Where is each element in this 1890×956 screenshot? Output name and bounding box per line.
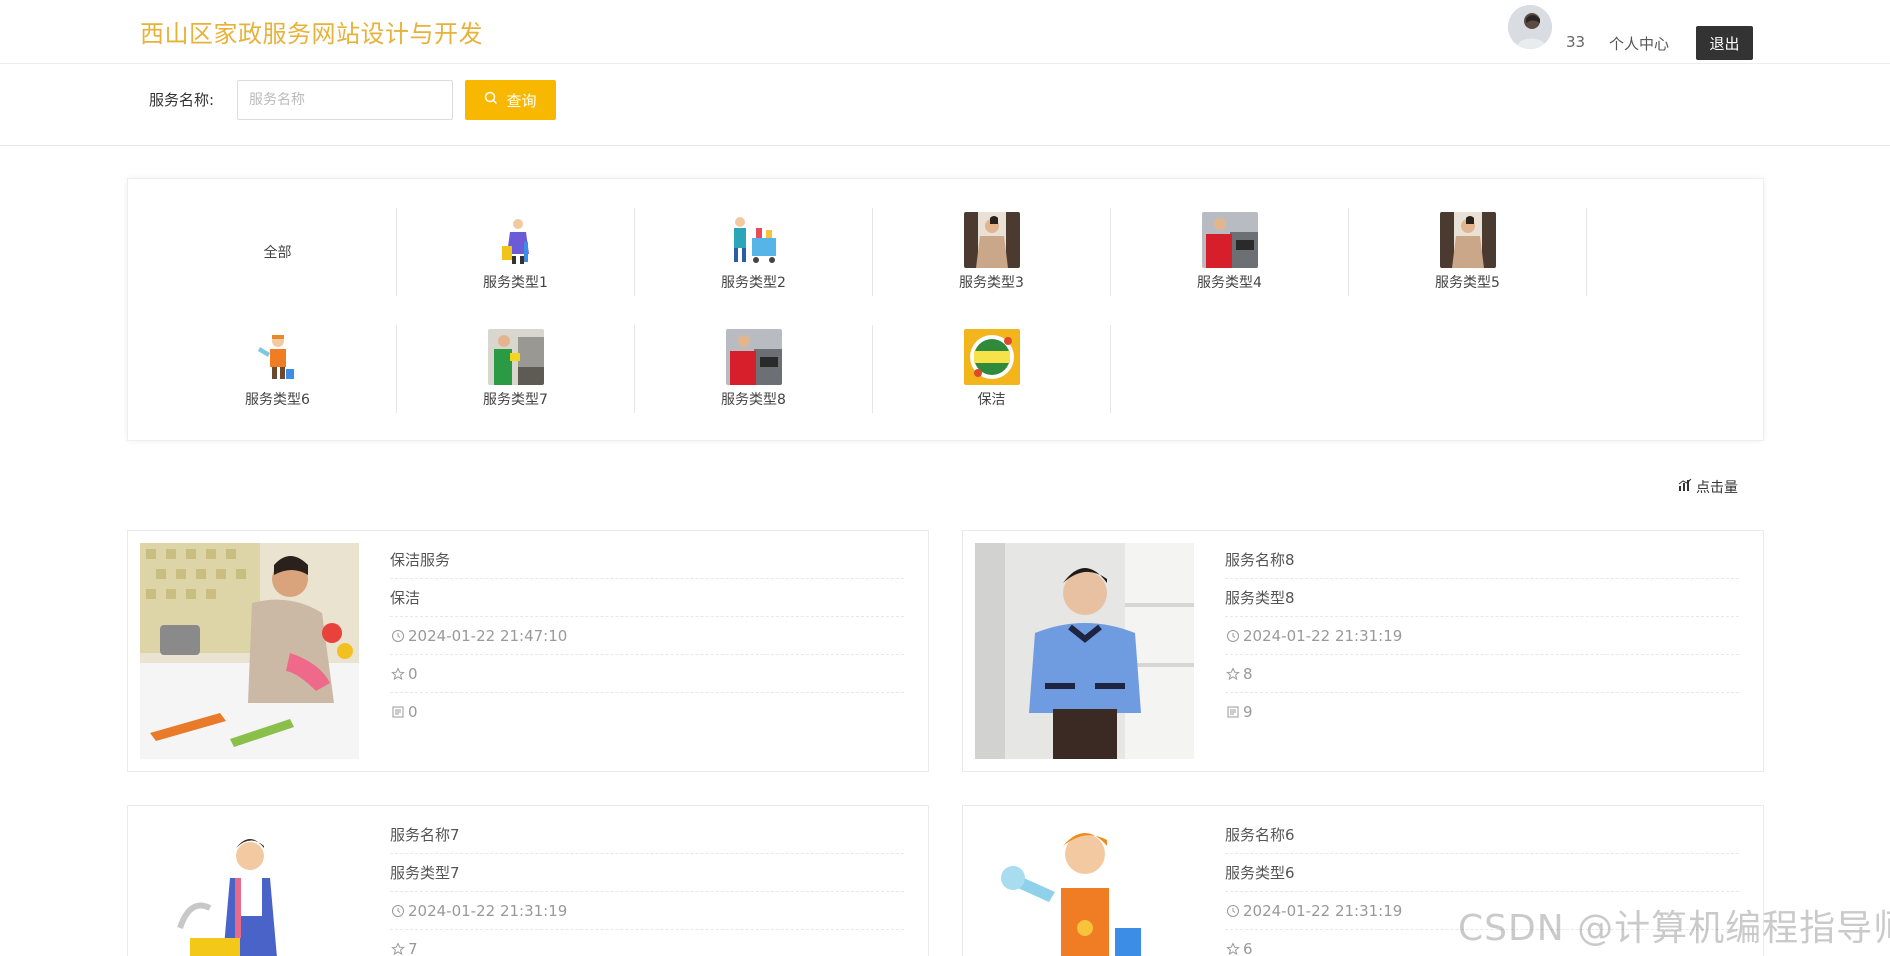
housekeeper-photo-icon bbox=[963, 212, 1020, 268]
user-avatar[interactable] bbox=[1508, 5, 1552, 49]
category-label: 保洁 bbox=[977, 392, 1006, 408]
service-time-row: 2024-01-22 21:31:19 bbox=[1225, 617, 1739, 655]
bar-chart-icon bbox=[1678, 478, 1692, 496]
cleaner-boy-cartoon-icon bbox=[249, 329, 306, 385]
star-icon bbox=[1225, 941, 1241, 956]
clock-icon bbox=[1225, 628, 1241, 644]
category-cleaning[interactable]: 保洁 bbox=[873, 325, 1111, 413]
category-label: 服务类型4 bbox=[1197, 275, 1262, 291]
category-label: 服务类型6 bbox=[245, 392, 310, 408]
service-time: 2024-01-22 21:31:19 bbox=[1243, 626, 1403, 645]
cleaning-badge-icon bbox=[963, 329, 1020, 385]
username: 33 bbox=[1566, 33, 1586, 51]
service-image[interactable] bbox=[975, 818, 1194, 956]
category-all[interactable]: 全部 bbox=[159, 208, 397, 296]
service-views: 9 bbox=[1243, 702, 1253, 721]
search-icon bbox=[484, 91, 498, 109]
top-header: 西山区家政服务网站设计与开发 33 个人中心 退出 bbox=[0, 0, 1890, 64]
search-button[interactable]: 查询 bbox=[465, 80, 556, 120]
category-label: 服务类型1 bbox=[483, 275, 548, 291]
star-icon bbox=[390, 941, 406, 956]
service-views-row: 9 bbox=[1225, 693, 1739, 730]
category-type-8[interactable]: 服务类型8 bbox=[635, 325, 873, 413]
category-label: 服务类型5 bbox=[1435, 275, 1500, 291]
search-button-label: 查询 bbox=[506, 91, 537, 110]
cooking-photo-icon bbox=[1201, 212, 1258, 268]
clock-icon bbox=[390, 628, 406, 644]
category-label: 服务类型8 bbox=[721, 392, 786, 408]
service-time-row: 2024-01-22 21:47:10 bbox=[390, 617, 904, 655]
category-type-3[interactable]: 服务类型3 bbox=[873, 208, 1111, 296]
star-icon bbox=[1225, 666, 1241, 682]
service-favorites-row: 8 bbox=[1225, 655, 1739, 693]
category-type-2[interactable]: 服务类型2 bbox=[635, 208, 873, 296]
service-time: 2024-01-22 21:31:19 bbox=[408, 901, 568, 920]
document-icon bbox=[390, 704, 406, 720]
service-type: 服务类型7 bbox=[390, 854, 904, 892]
service-favorites: 7 bbox=[408, 939, 418, 956]
service-time: 2024-01-22 21:31:19 bbox=[1243, 901, 1403, 920]
service-image[interactable] bbox=[975, 543, 1194, 759]
service-card[interactable]: 保洁服务 保洁 2024-01-22 21:47:10 0 0 bbox=[127, 530, 929, 772]
sort-label: 点击量 bbox=[1696, 480, 1738, 496]
cleaner-cartoon-icon bbox=[487, 212, 544, 268]
service-type: 服务类型6 bbox=[1225, 854, 1739, 892]
category-label: 服务类型7 bbox=[483, 392, 548, 408]
star-icon bbox=[390, 666, 406, 682]
service-info: 服务名称8 服务类型8 2024-01-22 21:31:19 8 9 bbox=[1225, 541, 1739, 730]
service-card[interactable]: 服务名称7 服务类型7 2024-01-22 21:31:19 7 bbox=[127, 805, 929, 956]
category-type-4[interactable]: 服务类型4 bbox=[1111, 208, 1349, 296]
service-name: 保洁服务 bbox=[390, 541, 904, 579]
service-image[interactable] bbox=[140, 543, 359, 759]
category-type-1[interactable]: 服务类型1 bbox=[397, 208, 635, 296]
service-card[interactable]: 服务名称8 服务类型8 2024-01-22 21:31:19 8 9 bbox=[962, 530, 1764, 772]
site-title[interactable]: 西山区家政服务网站设计与开发 bbox=[140, 14, 483, 49]
service-type: 服务类型8 bbox=[1225, 579, 1739, 617]
kitchen-clean-photo-icon bbox=[487, 329, 544, 385]
search-label: 服务名称: bbox=[149, 91, 215, 109]
service-views: 0 bbox=[408, 702, 418, 721]
service-image[interactable] bbox=[140, 818, 359, 956]
category-label: 服务类型3 bbox=[959, 275, 1024, 291]
category-type-5[interactable]: 服务类型5 bbox=[1349, 208, 1587, 296]
service-favorites-row: 7 bbox=[390, 930, 904, 956]
service-views-row: 0 bbox=[390, 693, 904, 730]
category-label: 全部 bbox=[263, 245, 292, 261]
document-icon bbox=[1225, 704, 1241, 720]
personal-center-link[interactable]: 个人中心 bbox=[1609, 33, 1669, 54]
service-time-row: 2024-01-22 21:31:19 bbox=[390, 892, 904, 930]
watermark: CSDN @计算机编程指导师 bbox=[1458, 908, 1890, 949]
clock-icon bbox=[390, 903, 406, 919]
service-time: 2024-01-22 21:47:10 bbox=[408, 626, 568, 645]
category-label: 服务类型2 bbox=[721, 275, 786, 291]
search-bar: 服务名称: 查询 bbox=[0, 64, 1890, 146]
service-type: 保洁 bbox=[390, 579, 904, 617]
housekeeper-photo-icon bbox=[1439, 212, 1496, 268]
service-name-search-input[interactable] bbox=[237, 80, 453, 120]
service-info: 保洁服务 保洁 2024-01-22 21:47:10 0 0 bbox=[390, 541, 904, 730]
service-name: 服务名称8 bbox=[1225, 541, 1739, 579]
service-favorites-row: 0 bbox=[390, 655, 904, 693]
cleaning-cart-cartoon-icon bbox=[725, 212, 782, 268]
logout-button[interactable]: 退出 bbox=[1696, 26, 1753, 60]
category-type-7[interactable]: 服务类型7 bbox=[397, 325, 635, 413]
service-name: 服务名称7 bbox=[390, 816, 904, 854]
clock-icon bbox=[1225, 903, 1241, 919]
service-favorites: 6 bbox=[1243, 939, 1253, 956]
service-info: 服务名称7 服务类型7 2024-01-22 21:31:19 7 bbox=[390, 816, 904, 956]
sort-by-clicks[interactable]: 点击量 bbox=[1678, 477, 1738, 497]
service-favorites: 8 bbox=[1243, 664, 1253, 683]
service-name: 服务名称6 bbox=[1225, 816, 1739, 854]
service-favorites: 0 bbox=[408, 664, 418, 683]
category-panel: 全部 服务类型1 服务类型2 服务类型3 服务类型4 服务类型5 服务类型6 服… bbox=[127, 178, 1764, 441]
cooking-photo-icon bbox=[725, 329, 782, 385]
category-type-6[interactable]: 服务类型6 bbox=[159, 325, 397, 413]
